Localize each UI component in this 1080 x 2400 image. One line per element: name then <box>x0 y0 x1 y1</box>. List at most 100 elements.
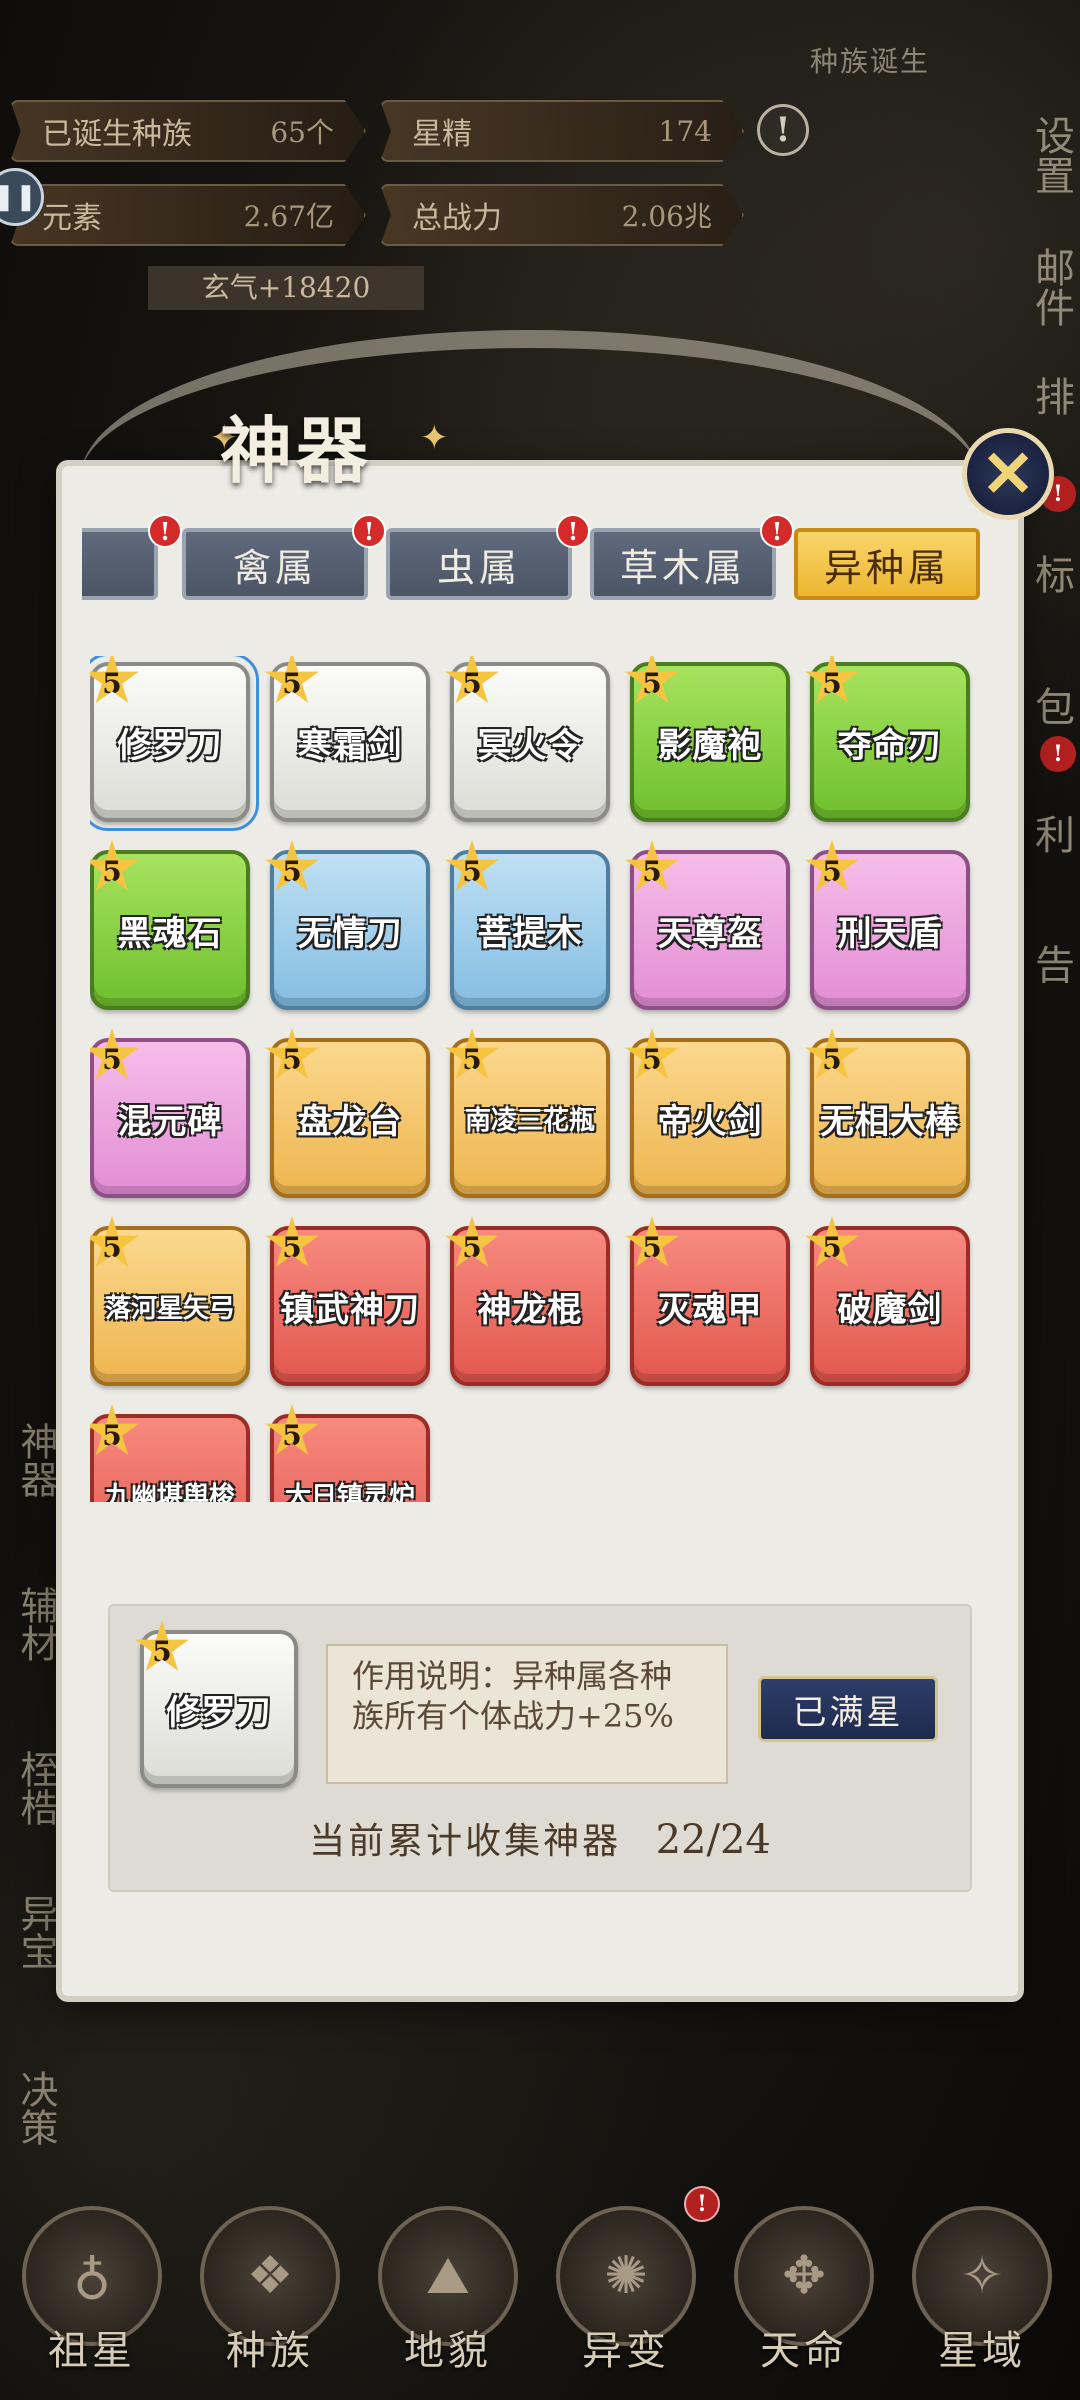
star-icon: 5 <box>805 1216 859 1267</box>
artifact-card[interactable]: 5 混元碑 <box>90 1028 250 1198</box>
star-icon: 5 <box>805 1028 859 1079</box>
tab-insect[interactable]: 虫属 <box>386 528 572 600</box>
artifact-card[interactable]: 5 寒霜剑 <box>265 656 430 822</box>
category-tabs: 属 禽属 虫属 草木属 异种属 <box>82 528 982 604</box>
artifact-card[interactable]: 5 神龙棍 <box>445 1216 610 1386</box>
artifact-name: 破魔剑 <box>837 1289 943 1330</box>
info-alert-icon[interactable]: ! <box>757 104 809 156</box>
nav-label: 祖星 <box>48 2328 136 2374</box>
star-count: 5 <box>822 1042 842 1076</box>
tab-plant[interactable]: 草木属 <box>590 528 776 600</box>
star-count: 5 <box>642 1042 662 1076</box>
star-icon: 5 <box>90 1028 139 1079</box>
tab-bird[interactable]: 禽属 <box>182 528 368 600</box>
artifact-card[interactable]: 5 菩提木 <box>445 840 610 1010</box>
bottom-navigation: ♁ 祖星 ❖ 种族 ⛰ 地貌 ✺ 异变 ✥ 天命 ✧ 星域 <box>0 2196 1080 2400</box>
artifact-card[interactable]: 5 无情刀 <box>265 840 430 1010</box>
artifact-name: 镇武神刀 <box>280 1289 420 1330</box>
nav-button[interactable]: ✺ 异变 <box>546 2206 706 2396</box>
stat-value: 174 <box>658 114 712 148</box>
star-count: 5 <box>462 666 482 700</box>
notification-badge: ! <box>684 2186 720 2222</box>
star-icon: 5 <box>265 1216 319 1267</box>
star-icon: 5 <box>625 1216 679 1267</box>
collection-label: 当前累计收集神器 <box>309 1821 622 1862</box>
star-icon: 5 <box>625 656 679 703</box>
tab-label: 虫属 <box>436 545 521 590</box>
decision-side-tab[interactable]: 决策 <box>14 2058 64 2158</box>
artifact-card[interactable]: 5 冥火令 <box>445 656 610 822</box>
artifact-card[interactable]: 5 盘龙台 <box>265 1028 430 1198</box>
tab-label: 禽属 <box>232 545 317 590</box>
artifact-card[interactable]: 5 无相大棒 <box>805 1028 970 1198</box>
nav-button[interactable]: ✥ 天命 <box>724 2206 884 2396</box>
artifact-card[interactable]: 5 影魔袍 <box>625 656 790 822</box>
artifact-name: 冥火令 <box>477 725 583 766</box>
nav-button[interactable]: ❖ 种族 <box>190 2206 350 2396</box>
artifact-name: 帝火剑 <box>657 1101 763 1142</box>
artifact-name: 无相大棒 <box>820 1101 960 1142</box>
artifact-card[interactable]: 5 帝火剑 <box>625 1028 790 1198</box>
star-count: 5 <box>282 1230 302 1264</box>
shackle-side-tab[interactable]: 桎梏 <box>14 1738 64 1838</box>
mail-menu-item[interactable]: 邮件 <box>990 232 1080 342</box>
artifact-side-tab[interactable]: 神器 <box>14 1410 64 1510</box>
star-count: 5 <box>282 666 302 700</box>
artifact-grid: 5 修罗刀 5 寒霜剑 5 冥火令 5 影魔袍 5 夺命刃 5 黑魂石 5 无情刀 5 菩提木 5 天尊盔 5 刑天盾… <box>90 656 990 1502</box>
artifact-card[interactable]: 5 镇武神刀 <box>265 1216 430 1386</box>
star-count: 5 <box>642 1230 662 1264</box>
artifact-card[interactable]: 5 大日镇灵炉 <box>265 1404 430 1503</box>
artifact-card[interactable]: 5 破魔剑 <box>805 1216 970 1386</box>
artifact-card[interactable]: 5 修罗刀 <box>90 656 259 831</box>
star-icon: 5 <box>265 656 319 703</box>
ranking-menu-item[interactable]: 排 <box>990 366 1080 426</box>
tab-partial[interactable]: 属 <box>82 528 158 600</box>
nav-button[interactable]: ♁ 祖星 <box>12 2206 172 2396</box>
tab-badge: ! <box>148 514 182 548</box>
artifact-name: 夺命刃 <box>837 725 943 766</box>
artifact-name: 神龙棍 <box>477 1289 583 1330</box>
stat-value: 65个 <box>270 116 334 149</box>
artifact-name: 九幽堪舆梭 <box>104 1481 235 1503</box>
stat-value: 2.06兆 <box>621 200 712 233</box>
star-count: 5 <box>282 1042 302 1076</box>
tab-exotic[interactable]: 异种属 <box>794 528 980 600</box>
settings-menu-item[interactable]: 设置 <box>990 100 1080 210</box>
star-count: 5 <box>102 1230 122 1264</box>
treasure-side-tab[interactable]: 异宝 <box>14 1882 64 1982</box>
star-icon: 5 <box>445 840 499 891</box>
collection-progress: 当前累计收集神器 22/24 <box>108 1812 972 1864</box>
nav-button[interactable]: ⛰ 地貌 <box>368 2206 528 2396</box>
star-count: 5 <box>152 1634 172 1668</box>
nav-button[interactable]: ✧ 星域 <box>902 2206 1062 2396</box>
collection-count: 22/24 <box>655 1817 771 1863</box>
stat-total-power: 总战力 2.06兆 <box>380 184 744 246</box>
star-count: 5 <box>102 1418 122 1452</box>
stat-star-essence: 星精 174 <box>380 100 744 162</box>
artifact-name: 大日镇灵炉 <box>284 1481 415 1503</box>
artifact-card[interactable]: 5 九幽堪舆梭 <box>90 1404 250 1503</box>
stat-label: 总战力 <box>412 201 502 236</box>
close-button[interactable]: ✕ <box>962 428 1054 520</box>
artifact-card[interactable]: 5 黑魂石 <box>90 840 250 1010</box>
max-star-button[interactable]: 已满星 <box>758 1676 938 1742</box>
material-side-tab[interactable]: 辅材 <box>14 1574 64 1674</box>
stat-label: 星精 <box>412 117 472 152</box>
artifact-card[interactable]: 5 天尊盔 <box>625 840 790 1010</box>
artifact-name: 落河星矢弓 <box>104 1293 235 1324</box>
artifact-name: 盘龙台 <box>297 1101 403 1142</box>
artifact-card[interactable]: 5 南凌三花瓶 <box>445 1028 610 1198</box>
star-icon: 5 <box>265 1028 319 1079</box>
artifact-name: 灭魂甲 <box>657 1289 763 1330</box>
nav-label: 地貌 <box>404 2328 492 2374</box>
star-icon: 5 <box>265 1404 319 1455</box>
artifact-name: 无情刀 <box>297 913 403 954</box>
artifact-card[interactable]: 5 刑天盾 <box>805 840 970 1010</box>
artifact-card[interactable]: 5 灭魂甲 <box>625 1216 790 1386</box>
artifact-card[interactable]: 5 落河星矢弓 <box>90 1216 250 1386</box>
artifact-card[interactable]: 5 夺命刃 <box>805 656 970 822</box>
star-count: 5 <box>822 854 842 888</box>
star-count: 5 <box>102 1042 122 1076</box>
nav-label: 种族 <box>226 2328 314 2374</box>
artifact-name: 南凌三花瓶 <box>464 1105 595 1136</box>
